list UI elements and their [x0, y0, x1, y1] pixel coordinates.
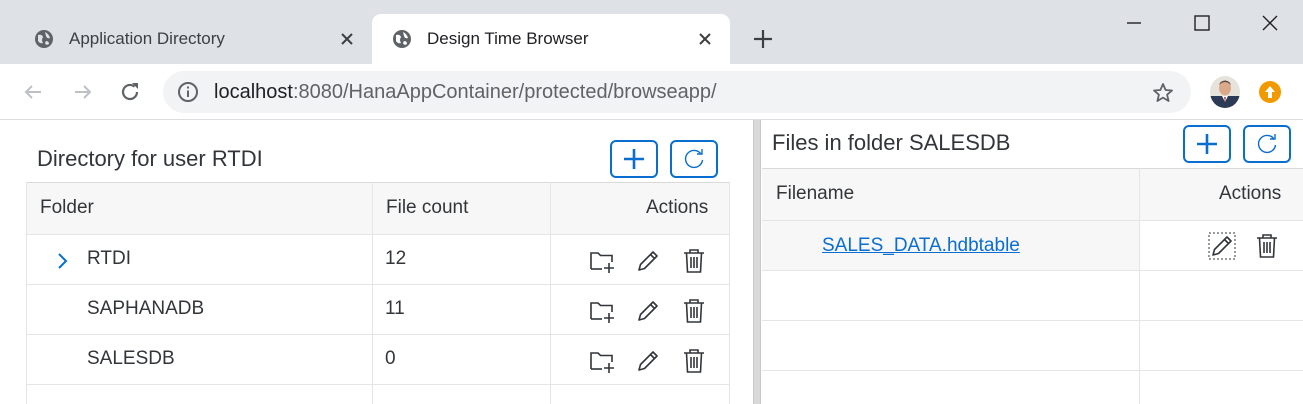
add-folder-button[interactable]	[610, 140, 658, 178]
globe-icon	[393, 30, 411, 48]
divider	[372, 182, 373, 404]
files-panel-title: Files in folder SALESDB	[772, 130, 1011, 155]
folder-name[interactable]: SAPHANADB	[87, 284, 204, 334]
trash-icon[interactable]	[1253, 232, 1281, 260]
divider	[26, 182, 729, 183]
browser-tab-strip: Application Directory Design Time Browse…	[0, 0, 1303, 64]
url-text: localhost:8080/HanaAppContainer/protecte…	[214, 81, 717, 104]
folder-add-icon[interactable]	[588, 297, 616, 325]
minimize-icon[interactable]	[1123, 12, 1145, 34]
column-header-file-count[interactable]: File count	[386, 182, 468, 234]
address-bar[interactable]: localhost:8080/HanaAppContainer/protecte…	[163, 71, 1191, 113]
new-tab-icon[interactable]	[750, 26, 776, 52]
tab-title: Application Directory	[69, 29, 225, 48]
browser-toolbar: localhost:8080/HanaAppContainer/protecte…	[0, 64, 1303, 120]
trash-icon[interactable]	[680, 347, 708, 375]
maximize-icon[interactable]	[1191, 12, 1213, 34]
pencil-icon[interactable]	[634, 347, 662, 375]
refresh-icon	[684, 149, 704, 169]
tab-title: Design Time Browser	[427, 29, 589, 48]
divider	[26, 234, 729, 235]
column-header-actions: Actions	[1219, 183, 1282, 204]
avatar-icon	[1210, 76, 1240, 108]
plus-icon	[1197, 134, 1217, 154]
window-close-icon[interactable]	[1259, 12, 1281, 34]
close-icon[interactable]	[339, 31, 355, 47]
pencil-icon[interactable]	[634, 247, 662, 275]
globe-icon	[35, 30, 53, 48]
refresh-icon	[1257, 134, 1277, 154]
plus-icon	[624, 149, 644, 169]
info-icon[interactable]	[177, 81, 199, 103]
chevron-right-icon[interactable]	[55, 252, 69, 270]
tab-application-directory[interactable]: Application Directory	[14, 14, 372, 64]
back-arrow-icon[interactable]	[21, 80, 45, 104]
file-count: 11	[385, 298, 405, 319]
panel-splitter[interactable]	[753, 120, 761, 404]
divider	[1139, 168, 1140, 404]
folder-name[interactable]: SALESDB	[87, 334, 175, 384]
add-file-button[interactable]	[1183, 125, 1231, 163]
folder-add-icon[interactable]	[588, 247, 616, 275]
url-host: localhost	[214, 81, 293, 103]
close-icon[interactable]	[697, 31, 713, 47]
column-header-actions: Actions	[646, 197, 709, 218]
divider	[762, 370, 1303, 371]
divider	[26, 182, 27, 404]
trash-icon[interactable]	[680, 247, 708, 275]
divider	[762, 270, 1303, 271]
directory-panel-title: Directory for user RTDI	[37, 146, 263, 171]
divider	[729, 182, 730, 404]
folder-add-icon[interactable]	[588, 347, 616, 375]
pencil-icon[interactable]	[1208, 232, 1236, 260]
divider	[26, 384, 729, 385]
url-path: :8080/HanaAppContainer/protected/browsea…	[292, 81, 717, 103]
update-icon[interactable]	[1258, 80, 1282, 104]
pencil-icon[interactable]	[634, 297, 662, 325]
app-content: Directory for user RTDI Folder File coun…	[0, 120, 1303, 404]
trash-icon[interactable]	[680, 297, 708, 325]
star-icon[interactable]	[1151, 81, 1175, 105]
directory-table-header	[26, 182, 729, 234]
forward-arrow-icon[interactable]	[71, 80, 95, 104]
profile-avatar[interactable]	[1210, 76, 1240, 108]
refresh-files-button[interactable]	[1243, 125, 1291, 163]
column-header-filename[interactable]: Filename	[776, 168, 854, 220]
file-link[interactable]: SALES_DATA.hdbtable	[822, 221, 1020, 270]
divider	[762, 320, 1303, 321]
divider	[550, 182, 551, 404]
file-link-text[interactable]: SALES_DATA.hdbtable	[822, 235, 1020, 257]
file-count: 12	[385, 248, 407, 269]
reload-icon[interactable]	[118, 80, 142, 104]
folder-name[interactable]: RTDI	[87, 234, 131, 284]
refresh-directory-button[interactable]	[670, 140, 718, 178]
file-count: 0	[385, 348, 396, 369]
tab-design-time-browser[interactable]: Design Time Browser	[372, 14, 730, 64]
column-header-folder[interactable]: Folder	[40, 182, 94, 234]
